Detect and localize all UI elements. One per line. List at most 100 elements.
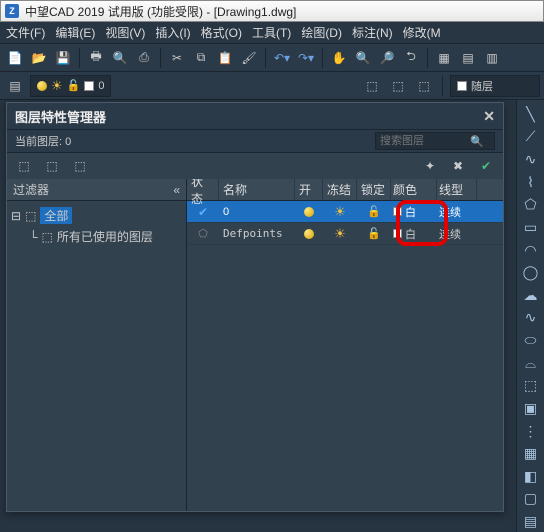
- publish-icon[interactable]: ⎙: [133, 47, 155, 69]
- bulb-icon: [304, 229, 314, 239]
- table-icon[interactable]: ▤: [520, 511, 542, 532]
- properties-icon[interactable]: ▦: [433, 47, 455, 69]
- freeze-cell[interactable]: ☀: [323, 226, 357, 242]
- layer-manager-icon[interactable]: ▤: [4, 75, 26, 97]
- open-icon[interactable]: 📂: [28, 47, 50, 69]
- ray-icon[interactable]: ⟋: [520, 127, 542, 148]
- table-row[interactable]: ✔ 0 ☀ 🔓 白 连续: [187, 201, 503, 223]
- pan-icon[interactable]: ✋: [328, 47, 350, 69]
- lock-cell[interactable]: 🔓: [357, 205, 391, 218]
- freeze-cell[interactable]: ☀: [323, 204, 357, 220]
- branch-icon: └: [29, 230, 38, 244]
- undo-icon[interactable]: ↶▾: [271, 47, 293, 69]
- point-icon[interactable]: ⋮: [520, 421, 542, 442]
- color-swatch: [84, 81, 94, 91]
- filter-menu-icon[interactable]: «: [173, 183, 180, 197]
- redo-icon[interactable]: ↷▾: [295, 47, 317, 69]
- col-state[interactable]: 状态: [187, 179, 219, 200]
- menu-edit[interactable]: 编辑(E): [55, 24, 95, 41]
- xline-icon[interactable]: ∿: [520, 149, 542, 170]
- layer-states-btn-icon[interactable]: ⬚: [69, 155, 91, 177]
- filter-header: 过滤器 «: [7, 179, 186, 201]
- lock-cell[interactable]: 🔓: [357, 227, 391, 240]
- tree-expander[interactable]: ⊟ ⬚ 全部: [11, 205, 182, 226]
- col-color[interactable]: 颜色: [391, 179, 437, 200]
- save-icon[interactable]: 💾: [52, 47, 74, 69]
- name-cell[interactable]: Defpoints: [219, 227, 295, 240]
- separator: [79, 48, 80, 68]
- new-icon[interactable]: 📄: [4, 47, 26, 69]
- unlock-icon: 🔓: [367, 227, 381, 240]
- drawing-area[interactable]: 图层特性管理器 ✕ 当前图层: 0 🔍 ⬚ ⬚ ⬚ ✦ ✖ ✔: [0, 100, 516, 532]
- design-center-icon[interactable]: ▤: [457, 47, 479, 69]
- col-freeze[interactable]: 冻结: [323, 179, 357, 200]
- menu-dim[interactable]: 标注(N): [352, 24, 393, 41]
- rectangle-icon[interactable]: ▭: [520, 217, 542, 238]
- polyline-icon[interactable]: ⌇: [520, 172, 542, 193]
- new-filter-icon[interactable]: ⬚: [13, 155, 35, 177]
- line-icon[interactable]: ╲: [520, 104, 542, 125]
- new-layer-icon[interactable]: ✦: [419, 155, 441, 177]
- circle-icon[interactable]: ◯: [520, 262, 542, 283]
- search-box[interactable]: 🔍: [375, 132, 495, 150]
- zoom-win-icon[interactable]: 🔎: [376, 47, 398, 69]
- search-icon[interactable]: 🔍: [470, 135, 484, 148]
- state-cell[interactable]: ⬠: [187, 227, 219, 240]
- panel-titlebar[interactable]: 图层特性管理器 ✕: [7, 103, 503, 129]
- col-on[interactable]: 开: [295, 179, 323, 200]
- print-icon[interactable]: 🖶: [85, 47, 107, 69]
- spline-icon[interactable]: ∿: [520, 308, 542, 329]
- gradient-icon[interactable]: ◧: [520, 466, 542, 487]
- col-name[interactable]: 名称: [219, 179, 295, 200]
- menu-file[interactable]: 文件(F): [6, 24, 45, 41]
- hatch-icon[interactable]: ▦: [520, 443, 542, 464]
- table-row[interactable]: ⬠ Defpoints ☀ 🔓 白 连续: [187, 223, 503, 245]
- match-icon[interactable]: 🖌: [238, 47, 260, 69]
- zoom-prev-icon[interactable]: ⮌: [400, 47, 422, 69]
- col-lock[interactable]: 锁定: [357, 179, 391, 200]
- color-cell[interactable]: 白: [391, 204, 437, 220]
- color-cell[interactable]: 白: [391, 226, 437, 242]
- tree-row-used[interactable]: └ ⬚ 所有已使用的图层: [11, 226, 182, 247]
- new-group-icon[interactable]: ⬚: [41, 155, 63, 177]
- menubar: 文件(F) 编辑(E) 视图(V) 插入(I) 格式(O) 工具(T) 绘图(D…: [0, 22, 544, 44]
- ltype-cell[interactable]: 连续: [437, 204, 477, 220]
- layer-states-icon[interactable]: ⬚: [361, 75, 383, 97]
- tool-palette-icon[interactable]: ▥: [481, 47, 503, 69]
- color-dropdown[interactable]: 随层: [450, 75, 540, 97]
- block-icon[interactable]: ⬚: [520, 376, 542, 397]
- state-cell[interactable]: ✔: [187, 205, 219, 219]
- search-input[interactable]: [380, 135, 470, 147]
- col-ltype[interactable]: 线型: [437, 179, 477, 200]
- layer-iso-icon[interactable]: ⬚: [387, 75, 409, 97]
- menu-view[interactable]: 视图(V): [105, 24, 145, 41]
- name-cell[interactable]: 0: [219, 206, 295, 218]
- close-icon[interactable]: ✕: [483, 108, 495, 125]
- menu-tools[interactable]: 工具(T): [252, 24, 291, 41]
- region-icon[interactable]: ▢: [520, 489, 542, 510]
- on-cell[interactable]: [295, 229, 323, 239]
- paste-icon[interactable]: 📋: [214, 47, 236, 69]
- set-current-icon[interactable]: ✔: [475, 155, 497, 177]
- zoom-rt-icon[interactable]: 🔍: [352, 47, 374, 69]
- on-cell[interactable]: [295, 207, 323, 217]
- menu-insert[interactable]: 插入(I): [155, 24, 190, 41]
- copy-icon[interactable]: ⧉: [190, 47, 212, 69]
- layer-prev-icon[interactable]: ⬚: [413, 75, 435, 97]
- tree-all[interactable]: 全部: [40, 207, 72, 224]
- separator: [265, 48, 266, 68]
- make-block-icon[interactable]: ▣: [520, 398, 542, 419]
- arc-icon[interactable]: ◠: [520, 240, 542, 261]
- layer-dropdown[interactable]: ☀ 🔓 0: [30, 75, 111, 97]
- ellipse-arc-icon[interactable]: ⌓: [520, 353, 542, 374]
- ellipse-icon[interactable]: ⬭: [520, 330, 542, 351]
- menu-format[interactable]: 格式(O): [201, 24, 242, 41]
- ltype-cell[interactable]: 连续: [437, 226, 477, 242]
- menu-modify[interactable]: 修改(M: [403, 24, 441, 41]
- revcloud-icon[interactable]: ☁: [520, 285, 542, 306]
- delete-layer-icon[interactable]: ✖: [447, 155, 469, 177]
- menu-draw[interactable]: 绘图(D): [301, 24, 342, 41]
- preview-icon[interactable]: 🔍: [109, 47, 131, 69]
- cut-icon[interactable]: ✂: [166, 47, 188, 69]
- polygon-icon[interactable]: ⬠: [520, 195, 542, 216]
